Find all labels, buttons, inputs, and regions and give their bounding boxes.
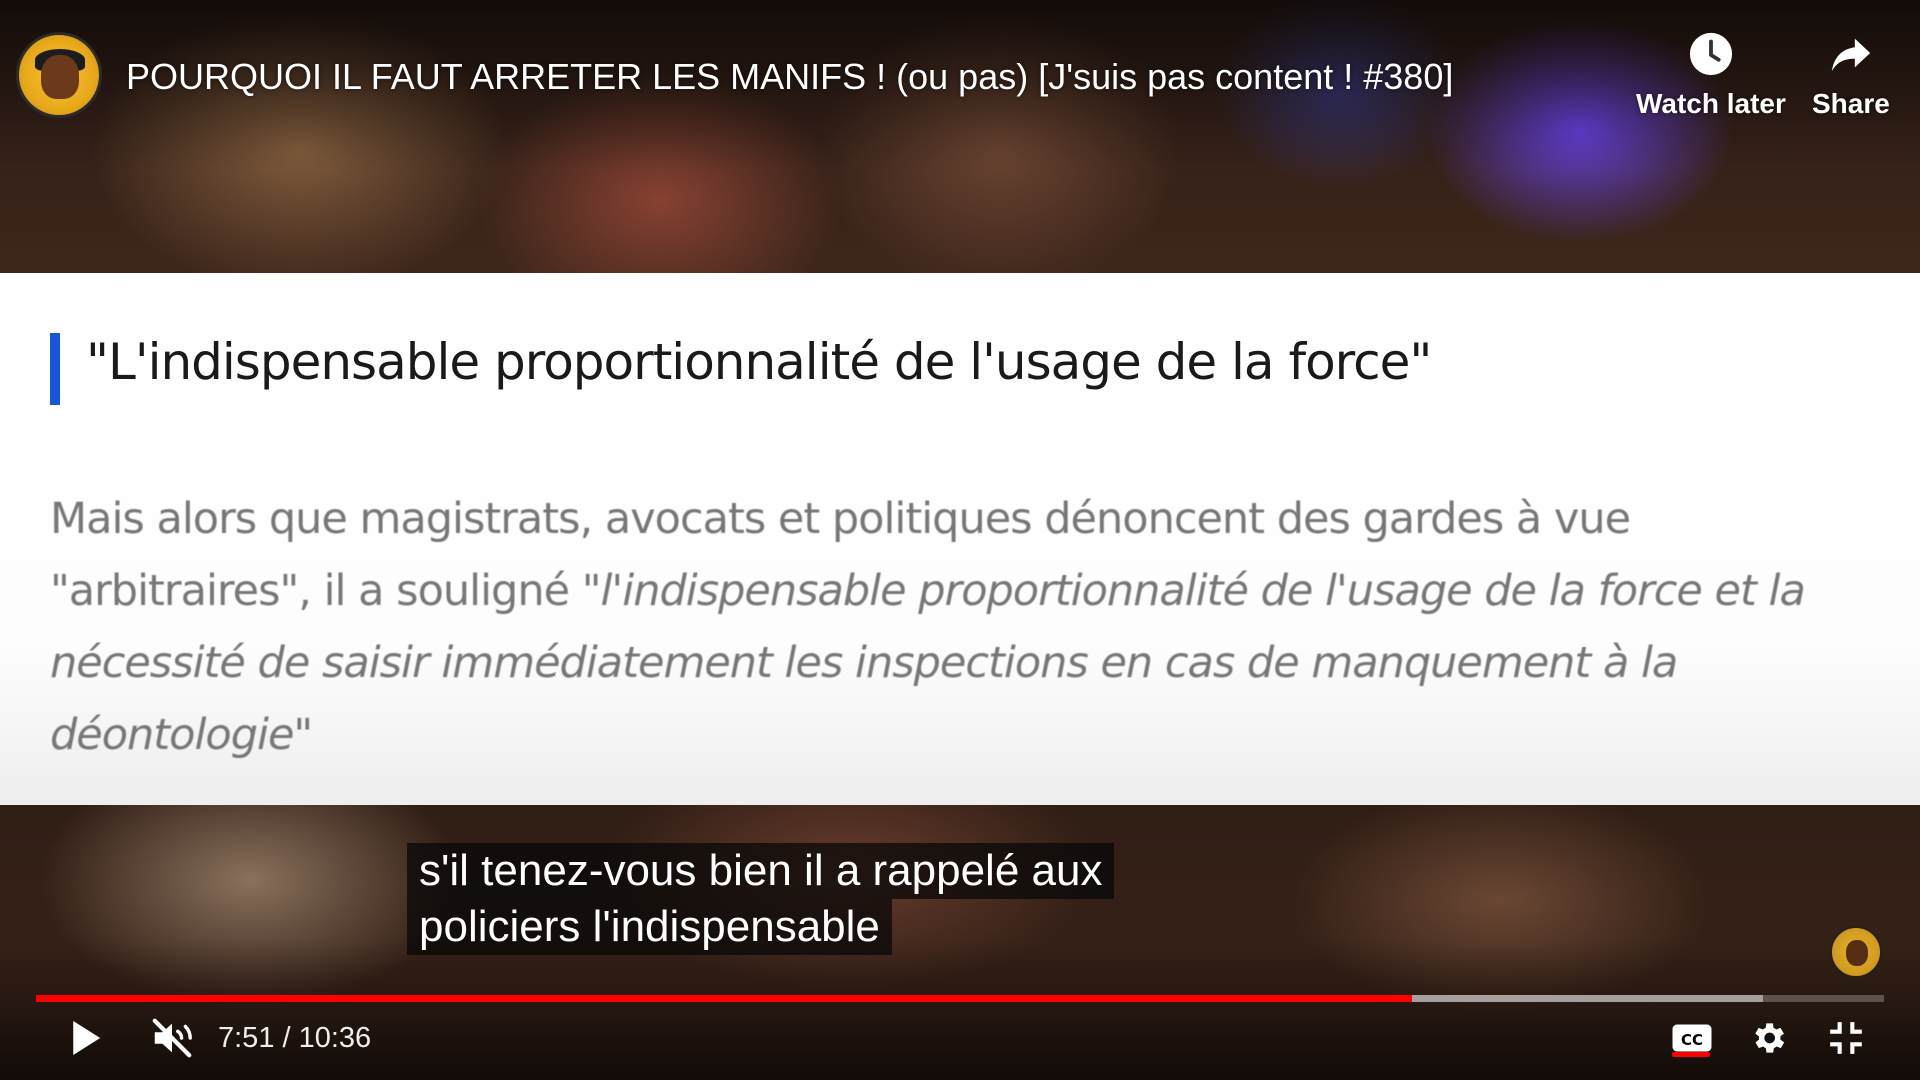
play-icon	[69, 1019, 103, 1062]
channel-watermark[interactable]	[1830, 926, 1882, 978]
progress-bar[interactable]	[36, 995, 1884, 1002]
control-bar: 7:51 / 10:36 CC	[0, 1010, 1920, 1080]
watermark-face	[1846, 940, 1868, 966]
settings-button[interactable]	[1740, 1010, 1796, 1070]
video-title[interactable]: POURQUOI IL FAUT ARRETER LES MANIFS ! (o…	[126, 56, 1453, 98]
svg-text:CC: CC	[1681, 1030, 1703, 1048]
play-button[interactable]	[58, 1010, 114, 1070]
avatar-face	[41, 55, 79, 99]
progress-played	[36, 995, 1412, 1002]
heading-accent-bar	[50, 333, 60, 405]
gear-icon	[1748, 1018, 1788, 1063]
volume-muted-icon	[149, 1015, 195, 1066]
article-panel: "L'indispensable proportionnalité de l'u…	[0, 273, 1920, 805]
watch-later-button[interactable]: Watch later	[1636, 26, 1786, 120]
share-label: Share	[1812, 88, 1890, 119]
article-body: Mais alors que magistrats, avocats et po…	[50, 483, 1870, 771]
exit-fullscreen-button[interactable]	[1818, 1010, 1874, 1070]
mute-button[interactable]	[142, 1010, 202, 1070]
channel-avatar[interactable]	[16, 32, 102, 118]
video-player[interactable]: "L'indispensable proportionnalité de l'u…	[0, 0, 1920, 1080]
share-arrow-icon	[1823, 26, 1879, 82]
caption-line-1: s'il tenez-vous bien il a rappelé aux	[407, 843, 1115, 899]
article-heading: "L'indispensable proportionnalité de l'u…	[86, 333, 1432, 391]
subtitles-button[interactable]: CC	[1664, 1010, 1720, 1070]
caption-line-2: policiers l'indispensable	[407, 899, 892, 955]
share-button[interactable]: Share	[1812, 26, 1890, 120]
captions-active-indicator	[1672, 1052, 1710, 1057]
exit-fullscreen-icon	[1827, 1019, 1865, 1062]
watch-later-label: Watch later	[1636, 88, 1786, 119]
clock-icon	[1683, 26, 1739, 82]
caption-window[interactable]: s'il tenez-vous bien il a rappelé aux po…	[407, 843, 1115, 955]
time-display: 7:51 / 10:36	[218, 1022, 372, 1054]
